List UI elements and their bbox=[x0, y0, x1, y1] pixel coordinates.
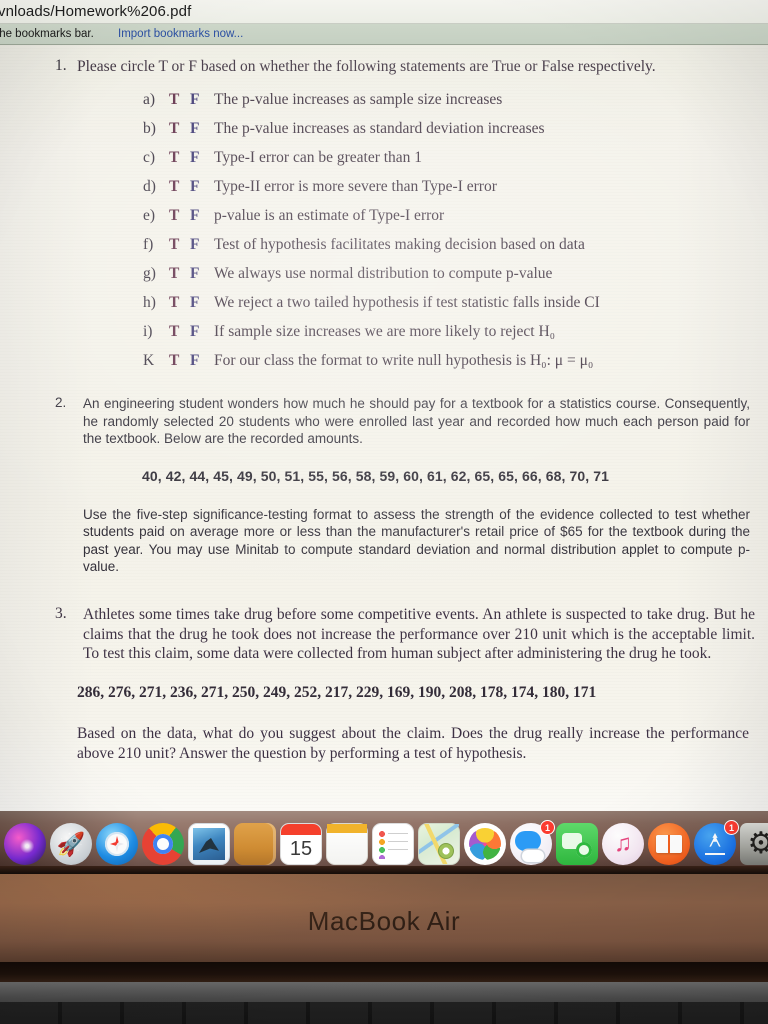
question-3-paragraph-2: Based on the data, what do you suggest a… bbox=[77, 724, 749, 762]
appstore-icon[interactable]: 1 bbox=[694, 820, 739, 865]
item-letter: b) bbox=[143, 120, 156, 137]
option-true[interactable]: T bbox=[169, 323, 190, 341]
option-false[interactable]: F bbox=[190, 149, 214, 167]
true-false-row: g) T F We always use normal distribution to… bbox=[143, 265, 755, 294]
option-false[interactable]: F bbox=[190, 120, 214, 138]
question-3-data-values: 286, 276, 271, 236, 271, 250, 249, 252, … bbox=[77, 683, 597, 701]
question-2-paragraph-2: Use the five-step significance-testing f… bbox=[83, 506, 750, 575]
maps-icon[interactable] bbox=[418, 823, 460, 865]
chrome-icon[interactable] bbox=[142, 823, 184, 865]
option-false[interactable]: F bbox=[190, 178, 214, 196]
true-false-row: f) T F Test of hypothesis facilitates makin… bbox=[143, 236, 755, 265]
true-false-row: K T F For our class the format to write nul… bbox=[143, 352, 755, 381]
bookmarks-bar-hint: the bookmarks bar. bbox=[0, 28, 94, 40]
option-true[interactable]: T bbox=[169, 207, 190, 225]
safari-icon[interactable] bbox=[96, 823, 138, 865]
true-false-list: a) T F The p-value increases as sample size… bbox=[143, 91, 755, 381]
option-false[interactable]: F bbox=[190, 352, 214, 370]
option-false[interactable]: F bbox=[190, 265, 214, 283]
option-true[interactable]: T bbox=[169, 149, 190, 167]
statement-text: The p-value increases as standard deviat… bbox=[214, 120, 545, 137]
option-false[interactable]: F bbox=[190, 236, 214, 254]
statement-text: We reject a two tailed hypothesis if tes… bbox=[214, 294, 600, 311]
option-true[interactable]: T bbox=[169, 120, 190, 138]
option-true[interactable]: T bbox=[169, 178, 190, 196]
true-false-row: a) T F The p-value increases as sample size… bbox=[143, 91, 755, 120]
messages-icon[interactable]: 1 bbox=[510, 820, 555, 865]
statement-text: If sample size increases we are more lik… bbox=[214, 323, 556, 340]
notification-badge: 1 bbox=[540, 820, 555, 835]
mail-icon[interactable] bbox=[188, 823, 230, 865]
option-true[interactable]: T bbox=[169, 352, 190, 370]
option-true[interactable]: T bbox=[169, 91, 190, 109]
statement-text: The p-value increases as sample size inc… bbox=[214, 91, 503, 108]
option-true[interactable]: T bbox=[169, 265, 190, 283]
books-icon[interactable] bbox=[648, 823, 690, 865]
calendar-icon[interactable] bbox=[280, 823, 322, 865]
notes-icon[interactable] bbox=[234, 823, 276, 865]
item-letter: f) bbox=[143, 236, 154, 253]
item-letter: i) bbox=[143, 323, 153, 340]
system-preferences-icon[interactable] bbox=[740, 823, 768, 865]
reminders-icon[interactable] bbox=[372, 823, 414, 865]
item-letter: g) bbox=[143, 265, 156, 282]
laptop-screen: vnloads/Homework%206.pdf the bookmarks b… bbox=[0, 0, 768, 866]
true-false-row: d) T F Type-II error is more severe than Ty… bbox=[143, 178, 755, 207]
photos-icon[interactable] bbox=[464, 823, 506, 865]
pages-icon[interactable] bbox=[326, 823, 368, 865]
statement-text: We always use normal distribution to com… bbox=[214, 265, 553, 282]
facetime-icon[interactable] bbox=[556, 823, 598, 865]
import-bookmarks-link[interactable]: Import bookmarks now... bbox=[118, 28, 243, 40]
browser-address-bar[interactable]: vnloads/Homework%206.pdf bbox=[0, 0, 768, 24]
item-letter: e) bbox=[143, 207, 156, 224]
device-label: MacBook Air bbox=[307, 906, 461, 936]
launchpad-icon[interactable] bbox=[50, 823, 92, 865]
true-false-row: b) T F The p-value increases as standard de… bbox=[143, 120, 755, 149]
true-false-row: e) T Fp-value is an estimate of Type-I err… bbox=[143, 207, 755, 236]
itunes-icon[interactable] bbox=[602, 823, 644, 865]
true-false-row: i) T F If sample size increases we are more… bbox=[143, 323, 755, 352]
question-2-data-values: 40, 42, 44, 45, 49, 50, 51, 55, 56, 58, … bbox=[142, 467, 610, 484]
bookmarks-bar[interactable]: the bookmarks bar. Import bookmarks now.… bbox=[0, 24, 768, 45]
option-true[interactable]: T bbox=[169, 294, 190, 312]
item-letter: d) bbox=[143, 178, 156, 195]
laptop-bezel: MacBook Air bbox=[0, 874, 768, 970]
true-false-row: c) T F Type-I error can be greater than 1 bbox=[143, 149, 755, 178]
statement-text: Test of hypothesis facilitates making de… bbox=[214, 236, 585, 253]
question-3-paragraph-1: Athletes some times take drug before som… bbox=[83, 606, 755, 662]
item-letter: a) bbox=[143, 91, 156, 108]
item-letter: K bbox=[143, 352, 155, 369]
question-2-paragraph-1: An engineering student wonders how much … bbox=[83, 396, 750, 446]
siri-icon[interactable] bbox=[4, 823, 46, 865]
question-1-number: 1. bbox=[55, 57, 67, 74]
question-1: 1. Please circle T or F based on whether… bbox=[55, 57, 755, 381]
macos-dock[interactable]: 11 bbox=[0, 811, 768, 866]
option-true[interactable]: T bbox=[169, 236, 190, 254]
question-3: 3. Athletes some times take drug before … bbox=[55, 605, 755, 764]
option-false[interactable]: F bbox=[190, 294, 214, 312]
question-3-number: 3. bbox=[55, 605, 67, 622]
question-1-prompt: Please circle T or F based on whether th… bbox=[77, 58, 656, 75]
statement-text: For our class the format to write null h… bbox=[214, 352, 594, 369]
question-2-number: 2. bbox=[55, 395, 67, 410]
option-false[interactable]: F bbox=[190, 207, 214, 225]
laptop-keyboard-deck bbox=[0, 982, 768, 1024]
statement-text: p-value is an estimate of Type-I error bbox=[214, 207, 445, 224]
item-letter: c) bbox=[143, 149, 156, 166]
statement-text: Type-II error is more severe than Type-I… bbox=[214, 178, 497, 195]
pdf-document-page[interactable]: 1. Please circle T or F based on whether… bbox=[0, 45, 768, 811]
address-bar-url[interactable]: vnloads/Homework%206.pdf bbox=[0, 3, 191, 20]
item-letter: h) bbox=[143, 294, 156, 311]
screen-bezel-edge bbox=[0, 866, 768, 874]
laptop-hinge bbox=[0, 962, 768, 982]
question-2: 2. An engineering student wonders how mu… bbox=[55, 395, 755, 576]
option-false[interactable]: F bbox=[190, 91, 214, 109]
option-false[interactable]: F bbox=[190, 323, 214, 341]
notification-badge: 1 bbox=[724, 820, 739, 835]
statement-text: Type-I error can be greater than 1 bbox=[214, 149, 423, 166]
true-false-row: h) T F We reject a two tailed hypothesis if… bbox=[143, 294, 755, 323]
